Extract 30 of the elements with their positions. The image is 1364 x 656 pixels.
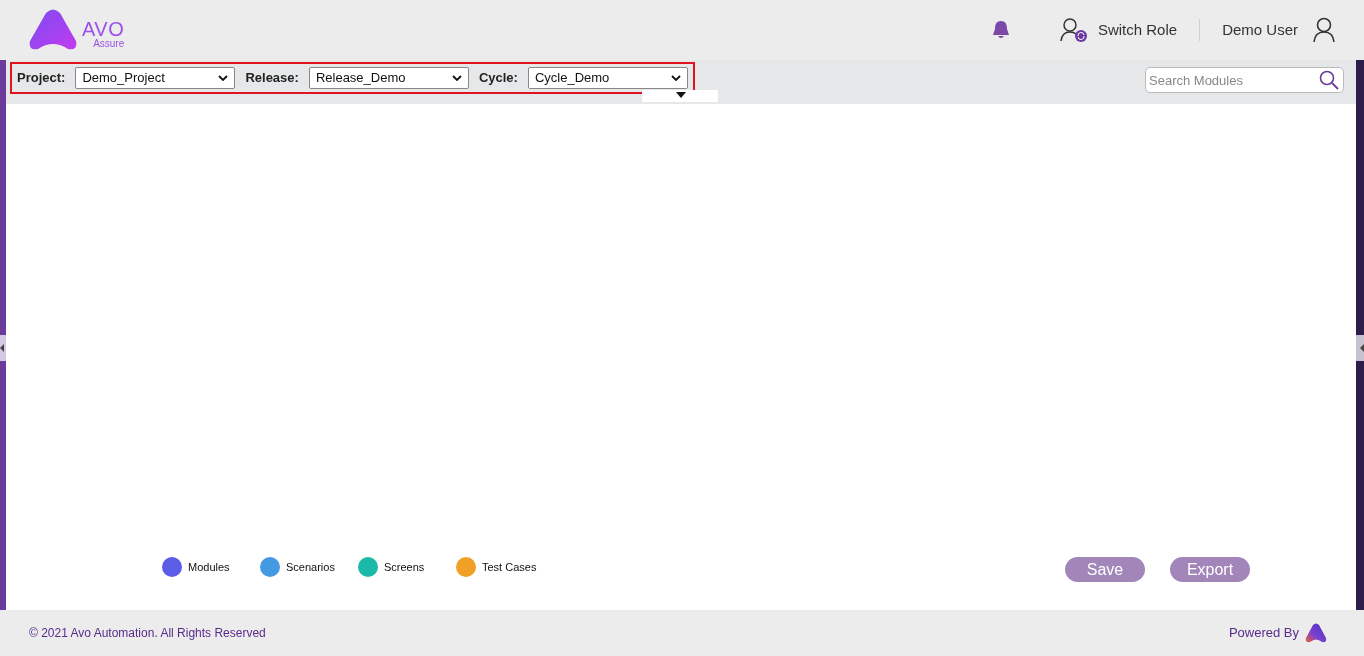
logo-icon: [1305, 623, 1327, 643]
filter-label: Cycle:: [478, 69, 518, 88]
legend-label: Test Cases: [482, 559, 537, 575]
copyright-text: © 2021 Avo Automation. All Rights Reserved: [29, 625, 266, 642]
logo-text: AVO: [82, 19, 125, 39]
dropdown[interactable]: Demo_Project: [75, 67, 236, 89]
caret-icon[interactable]: [676, 92, 686, 98]
collapse-tab[interactable]: [642, 90, 718, 102]
search-icon[interactable]: [1319, 70, 1339, 90]
chevron-down-icon[interactable]: [670, 75, 681, 81]
powered-by-text: Powered By: [1228, 624, 1299, 643]
switch-role-button[interactable]: Switch Role: [1097, 18, 1178, 42]
logo-icon: [28, 9, 78, 51]
search-field[interactable]: Search Modules: [1145, 67, 1344, 93]
right-panel-handle[interactable]: [1356, 335, 1364, 361]
filter-label: Project:: [17, 69, 66, 88]
left-panel-handle[interactable]: [0, 335, 6, 361]
user-name: Demo User: [1222, 19, 1298, 40]
legend-label: Modules: [188, 559, 231, 575]
chevron-down-icon[interactable]: [451, 75, 462, 81]
user-switch-icon[interactable]: [1059, 17, 1088, 43]
chevron-down-icon[interactable]: [218, 75, 229, 81]
dropdown[interactable]: Release_Demo: [308, 67, 469, 89]
filter-label: Release:: [245, 69, 299, 88]
bell-icon[interactable]: [991, 20, 1010, 40]
user-icon[interactable]: [1312, 17, 1336, 43]
logo-tagline: Assure: [93, 39, 125, 49]
legend-label: Screens: [384, 559, 426, 575]
legend-label: Scenarios: [286, 559, 336, 575]
dropdown[interactable]: Cycle_Demo: [527, 67, 688, 89]
